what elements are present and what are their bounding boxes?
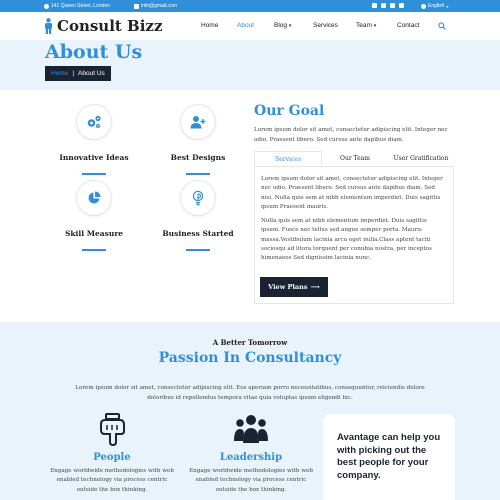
nav-about[interactable]: About <box>237 22 254 29</box>
section-kicker: A Better Tomorrow <box>212 338 288 347</box>
caret-down-icon: ▾ <box>373 23 377 29</box>
envelope-icon <box>134 3 139 9</box>
feature-business-started: Business Started <box>148 180 248 251</box>
linkedin-icon[interactable] <box>372 3 377 8</box>
feature-label: Best Designs <box>170 153 226 162</box>
feature-label: Innovative Ideas <box>59 153 129 162</box>
hand-pointer-icon <box>100 413 125 446</box>
caret-down-icon: ▾ <box>288 23 292 29</box>
page-title: About Us <box>45 41 143 63</box>
tab-user-gratification[interactable]: User Gratification <box>388 151 454 166</box>
promo-card: Avantage can help you with picking out t… <box>323 414 455 500</box>
nav-blog-label: Blog <box>274 22 288 29</box>
feature-icon-circle <box>76 180 112 216</box>
social-links <box>372 3 406 8</box>
lightbulb-icon <box>192 190 204 206</box>
feature-skill-measure: Skill Measure <box>44 180 144 251</box>
brand-logo[interactable]: Consult Bizz <box>44 17 162 35</box>
feature-icon-circle <box>180 104 216 140</box>
pie-chart-icon <box>88 191 101 204</box>
language-label: English <box>428 3 445 9</box>
language-selector[interactable]: English ▾ <box>421 3 448 9</box>
email-text[interactable]: info@gmail.com <box>141 3 177 9</box>
feature-icon-circle <box>180 180 216 216</box>
feature-underline <box>186 249 210 251</box>
location-pin-icon <box>44 3 49 9</box>
feature-label: Skill Measure <box>64 229 124 238</box>
caret-down-icon: ▾ <box>446 3 449 9</box>
nav-team-label: Team <box>356 22 372 29</box>
nav-team[interactable]: Team ▾ <box>356 22 376 29</box>
nav-blog[interactable]: Blog ▾ <box>274 22 291 29</box>
feature-underline <box>186 173 210 175</box>
view-plans-button[interactable]: View Plans ⟶ <box>260 277 328 297</box>
promo-card-text: Avantage can help you with picking out t… <box>337 432 441 481</box>
goal-title: Our Goal <box>254 103 325 119</box>
passion-icon-wrap <box>186 412 316 446</box>
feature-best-designs: Best Designs <box>148 104 248 175</box>
passion-section: A Better Tomorrow Passion In Consultancy… <box>0 322 500 500</box>
passion-item-desc: Engage worldwide methodologies with web … <box>50 468 174 493</box>
feature-label: Business Started <box>162 229 234 238</box>
user-plus-icon <box>190 116 206 129</box>
nav-services[interactable]: Services <box>313 22 338 29</box>
view-plans-label: View Plans <box>268 283 308 291</box>
section-description: Lorem ipsum dolor sit amet, consectetur … <box>75 385 425 401</box>
passion-item-people: People Engage worldwide methodologies wi… <box>47 412 177 495</box>
nav-home[interactable]: Home <box>201 22 218 29</box>
tab-our-team[interactable]: Our Team <box>322 151 388 166</box>
goal-tabs: Services Our Team User Gratification <box>254 151 454 167</box>
top-bar: 141 Queen Street, London info@gmail.com … <box>0 0 500 12</box>
feature-underline <box>82 173 106 175</box>
site-header: Consult Bizz Home About Blog ▾ Services … <box>0 12 500 40</box>
address-info: 141 Queen Street, London <box>44 3 110 9</box>
instagram-icon[interactable] <box>381 3 386 8</box>
globe-icon <box>421 3 426 9</box>
breadcrumb-home[interactable]: Home <box>51 70 68 77</box>
feature-icon-circle <box>76 104 112 140</box>
feature-underline <box>82 249 106 251</box>
tab-services[interactable]: Services <box>254 151 322 166</box>
passion-icon-wrap <box>47 412 177 446</box>
search-icon[interactable] <box>438 22 446 30</box>
breadcrumb: Home | About Us <box>45 66 111 81</box>
breadcrumb-separator: | <box>72 70 75 77</box>
goal-description: Lorem ipsum dolor sit amet, consectetur … <box>254 127 448 143</box>
person-logo-icon <box>45 18 52 34</box>
passion-item-desc: Engage worldwide methodologies with web … <box>189 468 313 493</box>
nav-contact[interactable]: Contact <box>397 22 419 29</box>
address-text: 141 Queen Street, London <box>51 3 110 9</box>
passion-item-title: People <box>93 452 131 463</box>
logo-text: Consult Bizz <box>57 17 163 35</box>
pinterest-icon[interactable] <box>390 3 395 8</box>
panel-paragraph-2: Nulla quis sem at nibh elementum imperdi… <box>261 218 432 262</box>
passion-item-title: Leadership <box>219 452 283 463</box>
page-banner: About Us Home | About Us <box>0 40 500 90</box>
feature-innovative-ideas: Innovative Ideas <box>44 104 144 175</box>
twitter-icon[interactable] <box>399 3 404 8</box>
section-title: Passion In Consultancy <box>158 350 342 366</box>
breadcrumb-current: About Us <box>78 70 105 77</box>
passion-item-leadership: Leadership Engage worldwide methodologie… <box>186 412 316 495</box>
email-info[interactable]: info@gmail.com <box>134 3 177 9</box>
gears-icon <box>87 115 101 128</box>
arrow-right-icon: ⟶ <box>310 283 320 291</box>
panel-paragraph-1: Lorem ipsum dolor sit amet, consectetur … <box>261 176 443 210</box>
users-icon <box>234 415 268 443</box>
